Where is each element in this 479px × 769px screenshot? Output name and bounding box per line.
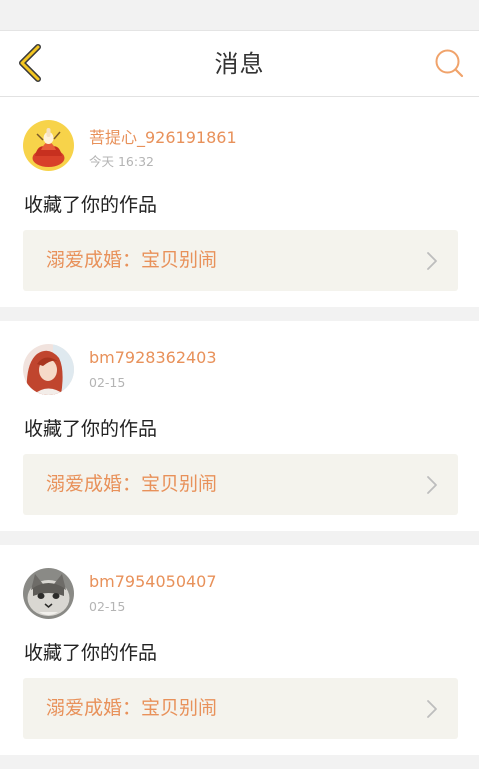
user-avatar[interactable]	[23, 344, 74, 395]
page-title: 消息	[214, 50, 265, 78]
search-icon	[435, 49, 464, 78]
timestamp: 今天 16:32	[89, 154, 154, 169]
search-button[interactable]	[429, 43, 469, 83]
message-card: bm7928362403 02-15 收藏了你的作品 溺爱成婚：宝贝别闹	[0, 321, 479, 531]
message-card: 菩提心_926191861 今天 16:32 收藏了你的作品 溺爱成婚：宝贝别闹	[0, 97, 479, 307]
portrait-avatar-icon	[23, 344, 74, 395]
message-card: bm7954050407 02-15 收藏了你的作品 溺爱成婚：宝贝别闹	[0, 545, 479, 755]
cat-avatar-icon	[23, 568, 74, 619]
username[interactable]: bm7954050407	[89, 572, 217, 591]
user-avatar[interactable]	[23, 120, 74, 171]
top-navigation-bar: 消息	[0, 31, 479, 97]
work-title: 溺爱成婚：宝贝别闹	[46, 473, 218, 495]
timestamp: 02-15	[89, 375, 126, 390]
work-title: 溺爱成婚：宝贝别闹	[46, 249, 218, 271]
chevron-right-icon	[427, 700, 437, 718]
lotus-avatar-icon	[23, 120, 74, 171]
status-bar-strip	[0, 0, 479, 31]
work-link[interactable]: 溺爱成婚：宝贝别闹	[23, 678, 458, 739]
chevron-right-icon	[427, 252, 437, 270]
user-avatar[interactable]	[23, 568, 74, 619]
chevron-right-icon	[427, 476, 437, 494]
timestamp: 02-15	[89, 599, 126, 614]
username[interactable]: bm7928362403	[89, 348, 217, 367]
username[interactable]: 菩提心_926191861	[89, 124, 237, 148]
message-list: 菩提心_926191861 今天 16:32 收藏了你的作品 溺爱成婚：宝贝别闹…	[0, 97, 479, 769]
action-text: 收藏了你的作品	[24, 642, 158, 664]
work-title: 溺爱成婚：宝贝别闹	[46, 697, 218, 719]
action-text: 收藏了你的作品	[24, 194, 158, 216]
work-link[interactable]: 溺爱成婚：宝贝别闹	[23, 230, 458, 291]
action-text: 收藏了你的作品	[24, 418, 158, 440]
work-link[interactable]: 溺爱成婚：宝贝别闹	[23, 454, 458, 515]
